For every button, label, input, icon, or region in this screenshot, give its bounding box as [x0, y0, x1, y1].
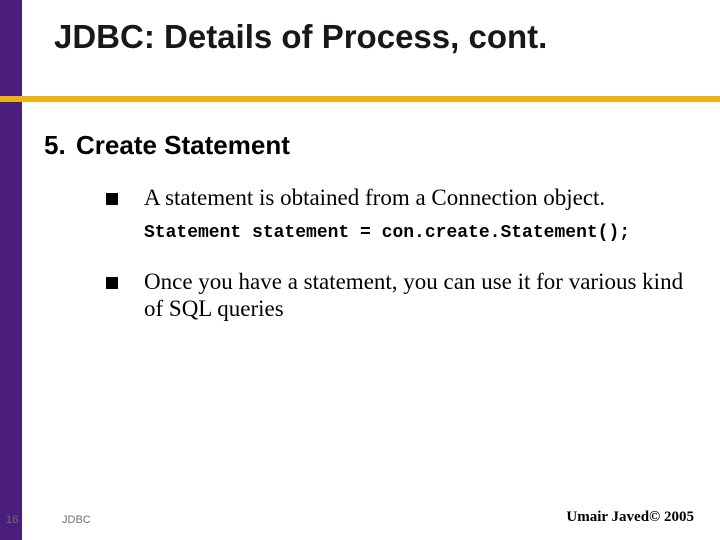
square-bullet-icon	[106, 193, 118, 205]
square-bullet-icon	[106, 277, 118, 289]
section-number: 5.	[44, 130, 76, 161]
slide-title: JDBC: Details of Process, cont.	[54, 18, 720, 56]
footer-label: JDBC	[62, 514, 91, 526]
header-divider	[0, 96, 720, 102]
bullet-item: Once you have a statement, you can use i…	[106, 269, 700, 322]
page-number: 16	[6, 514, 18, 526]
bullet-text: Once you have a statement, you can use i…	[144, 269, 684, 322]
bullet-item: A statement is obtained from a Connectio…	[106, 185, 700, 211]
slide: JDBC: Details of Process, cont. 5. Creat…	[0, 0, 720, 540]
code-snippet: Statement statement = con.create.Stateme…	[144, 223, 700, 243]
slide-footer: 16 JDBC Umair Javed© 2005	[0, 500, 720, 540]
section-heading: Create Statement	[76, 130, 290, 161]
slide-body: 5. Create Statement A statement is obtai…	[44, 130, 700, 480]
copyright-text: Umair Javed© 2005	[566, 509, 694, 526]
bullet-text: A statement is obtained from a Connectio…	[144, 185, 605, 211]
section-heading-row: 5. Create Statement	[44, 130, 700, 161]
slide-header: JDBC: Details of Process, cont.	[0, 0, 720, 96]
